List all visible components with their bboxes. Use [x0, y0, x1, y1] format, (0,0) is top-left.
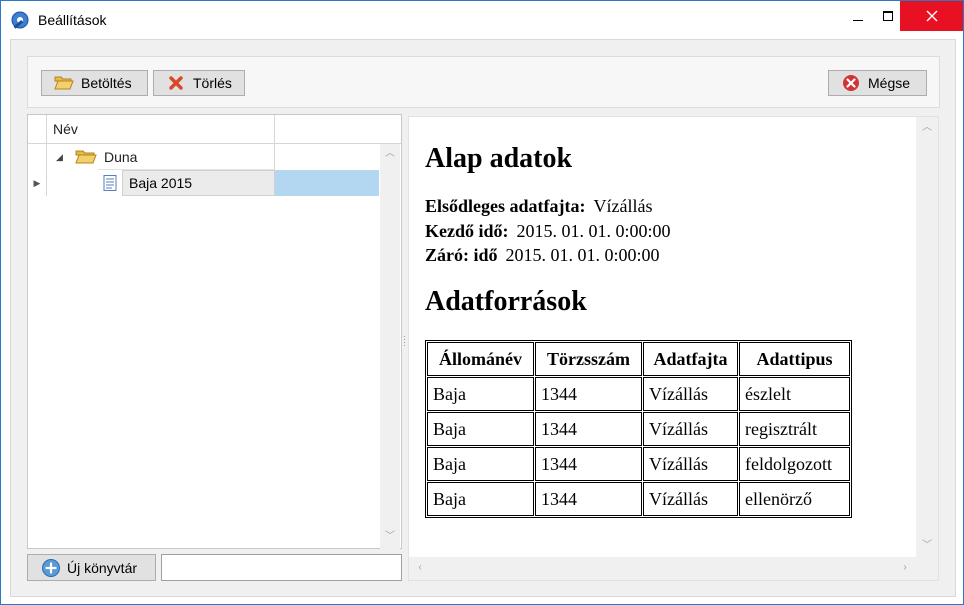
maximize-icon — [883, 11, 893, 21]
expand-triangle-icon[interactable]: ◢ — [56, 152, 63, 163]
cancel-button[interactable]: Mégse — [828, 70, 927, 96]
scroll-left-arrow-icon[interactable]: ‹ — [415, 563, 425, 573]
client-area: Betöltés Törlés Mégse Név ◢ Duna ▶ Baja … — [10, 39, 956, 597]
folder-open-icon — [75, 150, 97, 164]
scroll-up-arrow-icon[interactable]: ︿ — [385, 149, 395, 159]
table-row: Baja 1344 Vízállás feldolgozott — [427, 447, 850, 481]
field-start-time: Kezdő idő: 2015. 01. 01. 0:00:00 — [425, 221, 671, 242]
document-icon — [103, 175, 117, 191]
table-header-cell: Állománév — [427, 342, 534, 376]
add-circle-icon — [42, 558, 60, 577]
field-end-time: Záró: idő 2015. 01. 01. 0:00:00 — [425, 245, 660, 266]
field-primary-type: Elsődleges adatfajta: Vízállás — [425, 196, 652, 217]
row-header-corner — [28, 115, 47, 144]
scroll-down-arrow-icon[interactable]: ﹀ — [385, 532, 395, 542]
field-value: 2015. 01. 01. 0:00:00 — [505, 245, 660, 265]
table-header-row: Állománév Törzsszám Adatfajta Adattipus — [427, 342, 850, 376]
table-cell: ellenörző — [739, 482, 850, 516]
table-cell: regisztrált — [739, 412, 850, 446]
basic-data-heading: Alap adatok — [425, 143, 573, 174]
close-icon — [926, 10, 937, 22]
library-tree: Név ◢ Duna ▶ Baja 2015 ︿ ﹀ — [27, 114, 402, 549]
table-cell: Vízállás — [643, 447, 738, 481]
library-name-input[interactable] — [161, 554, 402, 581]
new-library-button[interactable]: Új könyvtár — [27, 554, 156, 581]
row-header[interactable] — [28, 144, 47, 170]
scroll-down-arrow-icon[interactable]: ﹀ — [922, 541, 932, 551]
window-title: Beállítások — [38, 12, 107, 28]
table-cell: feldolgozott — [739, 447, 850, 481]
cancel-button-label: Mégse — [868, 75, 911, 91]
tree-item-label: Duna — [104, 149, 138, 165]
field-value: Vízállás — [593, 196, 653, 216]
details-view: Alap adatok Elsődleges adatfajta: Vízállá… — [408, 116, 939, 581]
scroll-up-arrow-icon[interactable]: ︿ — [922, 123, 932, 133]
details-vertical-scrollbar[interactable]: ︿ ﹀ — [916, 117, 938, 557]
table-cell: Baja — [427, 447, 534, 481]
tree-row-baja[interactable]: ▶ Baja 2015 — [28, 170, 380, 196]
tree-row-duna[interactable]: ◢ Duna — [28, 144, 380, 170]
details-horizontal-scrollbar[interactable]: ‹ › — [409, 557, 916, 580]
field-value: 2015. 01. 01. 0:00:00 — [516, 221, 671, 241]
load-button[interactable]: Betöltés — [41, 70, 148, 96]
toolbar: Betöltés Törlés Mégse — [27, 56, 940, 108]
table-row: Baja 1344 Vízállás regisztrált — [427, 412, 850, 446]
field-label: Elsődleges adatfajta: — [425, 196, 586, 216]
delete-button-label: Törlés — [193, 75, 232, 91]
table-header-cell: Törzsszám — [535, 342, 642, 376]
table-cell: Baja — [427, 482, 534, 516]
close-button[interactable] — [900, 1, 963, 31]
tree-item-label: Baja 2015 — [129, 175, 193, 191]
row-current-indicator-icon[interactable]: ▶ — [28, 170, 47, 196]
table-cell: 1344 — [535, 447, 642, 481]
tree-vertical-scrollbar[interactable]: ︿ ﹀ — [380, 144, 400, 549]
scroll-right-arrow-icon[interactable]: › — [900, 563, 910, 573]
data-sources-table: Állománév Törzsszám Adatfajta Adattipus … — [425, 340, 852, 518]
table-header-cell: Adattipus — [739, 342, 850, 376]
new-library-button-label: Új könyvtár — [67, 559, 138, 576]
cancel-circle-icon — [841, 75, 861, 91]
data-sources-heading: Adatforrások — [425, 286, 587, 317]
settings-window: Beállítások Betöltés Törlés Mégse Név ◢ … — [0, 0, 964, 605]
delete-x-icon — [166, 75, 186, 91]
table-cell: észlelt — [739, 377, 850, 411]
table-cell: 1344 — [535, 412, 642, 446]
scrollbar-corner — [916, 557, 938, 580]
table-cell: Baja — [427, 377, 534, 411]
selected-cell[interactable] — [275, 170, 379, 196]
table-cell: 1344 — [535, 377, 642, 411]
delete-button[interactable]: Törlés — [153, 70, 245, 96]
table-row: Baja 1344 Vízállás ellenörző — [427, 482, 850, 516]
field-label: Kezdő idő: — [425, 221, 509, 241]
load-button-label: Betöltés — [81, 75, 132, 91]
table-cell: Vízállás — [643, 377, 738, 411]
table-cell: Vízállás — [643, 482, 738, 516]
column-header-name[interactable]: Név — [47, 115, 275, 144]
table-cell: 1344 — [535, 482, 642, 516]
title-bar: Beállítások — [1, 1, 963, 37]
minimize-icon — [853, 19, 863, 21]
tree-header: Név — [28, 115, 401, 144]
table-cell: Vízállás — [643, 412, 738, 446]
settings-app-icon — [11, 11, 29, 29]
table-row: Baja 1344 Vízállás észlelt — [427, 377, 850, 411]
tree-cell-baja[interactable]: Baja 2015 — [122, 170, 275, 196]
folder-open-icon — [54, 75, 74, 91]
minimize-button[interactable] — [841, 1, 875, 31]
table-cell: Baja — [427, 412, 534, 446]
splitter-grip-icon[interactable] — [403, 336, 406, 348]
field-label: Záró: idő — [425, 245, 498, 265]
table-header-cell: Adatfajta — [643, 342, 738, 376]
